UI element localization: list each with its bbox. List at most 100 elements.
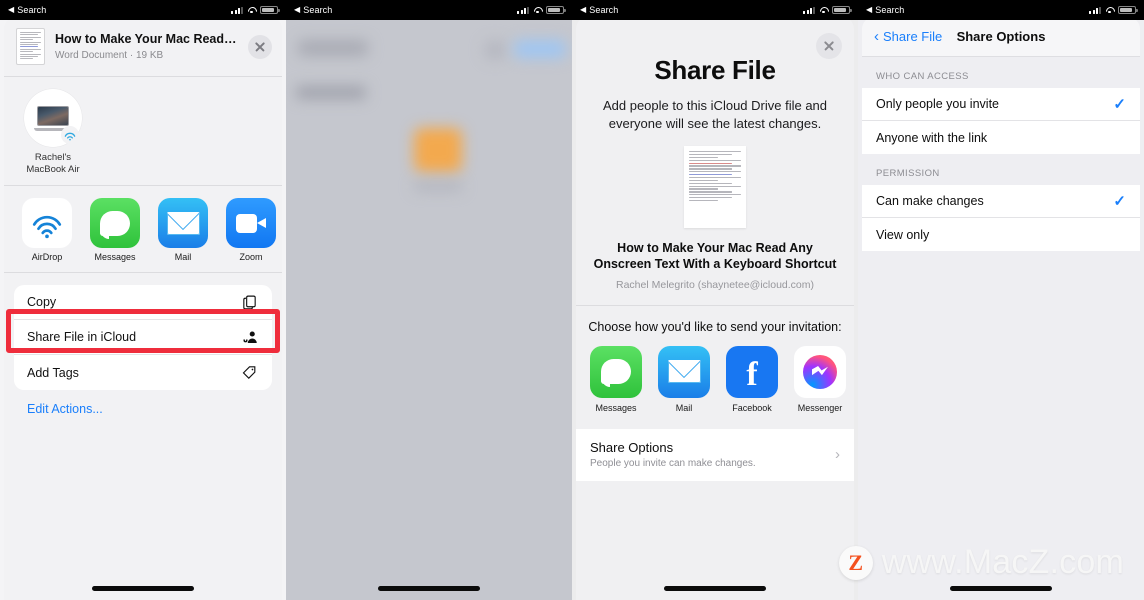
messages-icon — [90, 198, 140, 249]
share-app-messages[interactable]: Messages — [90, 198, 140, 262]
invite-app-messages[interactable]: Messages — [590, 345, 642, 413]
airdrop-target-macbook[interactable]: Rachel's MacBook Air — [22, 89, 84, 175]
panel-share-sheet: ◀ Search How to Make Your Mac Read Any O… — [0, 0, 286, 600]
back-arrow-icon: ◀ — [866, 5, 873, 14]
zoom-icon — [226, 198, 276, 249]
screenshot-stage: ◀ Search How to Make Your Mac Read Any O… — [0, 0, 1144, 600]
status-back-search[interactable]: ◀ Search — [8, 5, 46, 15]
signal-icon — [517, 6, 529, 14]
signal-icon — [803, 6, 815, 14]
status-bar-1: ◀ Search — [0, 0, 286, 20]
invite-app-label: Messenger — [797, 402, 843, 413]
blurred-section-header — [296, 86, 366, 99]
action-label: Share File in iCloud — [27, 330, 137, 345]
share-options-subtitle: People you invite can make changes. — [590, 457, 756, 469]
share-file-card: Share File Add people to this iCloud Dri… — [576, 17, 854, 600]
battery-icon — [546, 6, 566, 14]
share-app-label: Messages — [94, 252, 136, 263]
invite-app-mail[interactable]: Mail — [658, 345, 710, 413]
share-app-label: Zoom — [239, 252, 263, 263]
watermark-text: www.MacZ.com — [881, 543, 1124, 581]
option-can-make-changes[interactable]: Can make changes ✓ — [862, 185, 1140, 218]
airdrop-target-label: Rachel's MacBook Air — [26, 152, 80, 175]
home-indicator — [950, 586, 1052, 591]
blurred-nav-title — [298, 40, 368, 56]
status-back-label: Search — [875, 5, 905, 15]
share-apps-row: AirDrop Messages Mail Zoom Me — [4, 186, 282, 274]
option-only-people-you-invite[interactable]: Only people you invite ✓ — [862, 88, 1140, 121]
messenger-icon — [794, 345, 846, 398]
status-back-search[interactable]: ◀ Search — [580, 5, 618, 15]
status-back-label: Search — [589, 5, 619, 15]
blurred-folder-icon — [414, 128, 462, 172]
status-back-search[interactable]: ◀ Search — [294, 5, 332, 15]
page-title: Share Options — [956, 29, 1046, 44]
action-copy[interactable]: Copy — [14, 285, 272, 321]
share-person-icon — [240, 328, 259, 347]
status-back-label: Search — [303, 5, 333, 15]
blurred-files-background — [286, 0, 572, 600]
page-title: Share File — [654, 55, 776, 85]
share-options-title: Share Options — [590, 439, 674, 455]
section-header-who-can-access: WHO CAN ACCESS — [876, 71, 969, 82]
close-icon[interactable] — [248, 34, 272, 59]
status-indicators-1 — [231, 6, 280, 14]
share-app-airdrop[interactable]: AirDrop — [22, 198, 72, 262]
home-indicator — [378, 586, 480, 591]
battery-icon — [260, 6, 280, 14]
share-app-label: Mail — [174, 252, 192, 263]
action-share-file-in-icloud[interactable]: Share File in iCloud — [14, 320, 272, 356]
option-label: Only people you invite — [876, 97, 999, 111]
avatar — [24, 89, 82, 147]
edit-actions-link[interactable]: Edit Actions... — [27, 402, 282, 416]
invite-app-messenger[interactable]: Messenger — [794, 345, 846, 413]
document-owner: Rachel Melegrito (shaynetee@icloud.com) — [616, 278, 814, 291]
status-bar-4: ◀ Search — [858, 0, 1144, 20]
action-label: Add Tags — [27, 365, 79, 380]
option-view-only[interactable]: View only — [862, 218, 1140, 251]
share-file-title: How to Make Your Mac Read Any On... — [55, 31, 238, 46]
blurred-search-icon — [484, 40, 506, 60]
facebook-icon: f — [726, 345, 778, 398]
permission-list: Can make changes ✓ View only — [862, 185, 1140, 251]
status-bar-3: ◀ Search — [572, 0, 858, 20]
close-icon[interactable] — [816, 33, 842, 59]
panel-share-options: ◀ Search ‹ Share File Share Options WHO … — [858, 0, 1144, 600]
action-add-tags[interactable]: Add Tags — [14, 355, 272, 390]
who-can-access-list: Only people you invite ✓ Anyone with the… — [862, 88, 1140, 154]
messages-icon — [590, 345, 642, 398]
document-thumbnail-icon — [16, 28, 45, 65]
share-app-label: AirDrop — [31, 252, 63, 263]
invite-app-label: Facebook — [732, 402, 772, 413]
mail-icon — [158, 198, 208, 249]
wifi-icon — [533, 6, 542, 14]
share-options-card: ‹ Share File Share Options WHO CAN ACCES… — [862, 17, 1140, 600]
invite-apps-row: Messages Mail f Facebook Messenger — [576, 334, 854, 421]
battery-icon — [1118, 6, 1138, 14]
share-options-row[interactable]: Share Options People you invite can make… — [576, 428, 854, 481]
panel-share-file-dialog: ◀ Search Share File Add people to this i… — [572, 0, 858, 600]
back-arrow-icon: ◀ — [8, 5, 15, 14]
airdrop-targets-row: Rachel's MacBook Air — [4, 77, 282, 187]
share-app-mail[interactable]: Mail — [158, 198, 208, 262]
back-button-share-file[interactable]: ‹ Share File — [874, 29, 942, 44]
chevron-right-icon: › — [835, 445, 840, 463]
signal-icon — [231, 6, 243, 14]
share-sheet-card: How to Make Your Mac Read Any On... Word… — [4, 17, 282, 600]
panel-context-menu: ◀ Search Copy — [286, 0, 572, 600]
blurred-done-button — [514, 40, 566, 58]
option-label: View only — [876, 227, 930, 242]
wifi-icon — [1105, 6, 1114, 14]
invite-app-facebook[interactable]: f Facebook — [726, 345, 778, 413]
checkmark-icon: ✓ — [1113, 192, 1126, 210]
mail-icon — [658, 345, 710, 398]
status-indicators-3 — [803, 6, 852, 14]
back-arrow-icon: ◀ — [294, 5, 301, 14]
option-anyone-with-the-link[interactable]: Anyone with the link — [862, 121, 1140, 154]
back-arrow-icon: ◀ — [580, 5, 587, 14]
status-indicators-2 — [517, 6, 566, 14]
share-file-description: Add people to this iCloud Drive file and… — [602, 98, 828, 131]
share-options-text: Share Options People you invite can make… — [590, 440, 756, 469]
share-app-zoom[interactable]: Zoom — [226, 198, 276, 262]
status-back-search[interactable]: ◀ Search — [866, 5, 904, 15]
